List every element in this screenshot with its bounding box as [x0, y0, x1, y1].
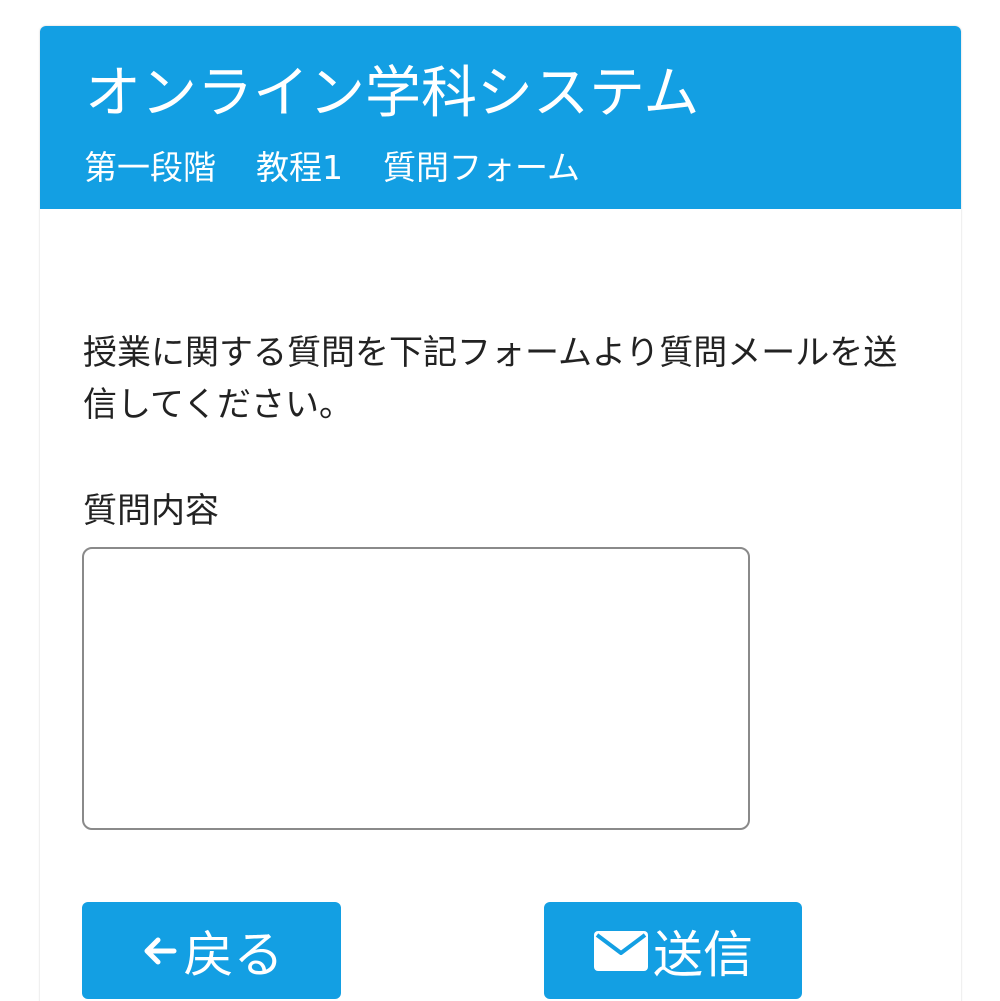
form-body: 授業に関する質問を下記フォームより質問メールを送信してください。 質問内容 戻る [40, 209, 961, 1001]
question-label: 質問内容 [83, 491, 219, 531]
breadcrumb-item-form: 質問フォーム [383, 148, 581, 187]
back-button-label: 戻る [183, 925, 284, 984]
breadcrumb-item-stage: 第一段階 [84, 148, 216, 187]
send-button-label: 送信 [653, 925, 753, 984]
send-button[interactable]: 送信 [544, 902, 802, 999]
form-card: オンライン学科システム 第一段階 教程1 質問フォーム 授業に関する質問を下記フ… [40, 26, 961, 1001]
back-button[interactable]: 戻る [82, 902, 341, 999]
arrow-left-icon [140, 931, 180, 971]
question-textarea[interactable] [82, 547, 750, 830]
breadcrumb-gap [343, 146, 383, 190]
header: オンライン学科システム 第一段階 教程1 質問フォーム [40, 26, 961, 209]
breadcrumb: 第一段階 教程1 質問フォーム [84, 146, 580, 190]
envelope-icon [593, 930, 649, 972]
breadcrumb-gap [216, 146, 256, 190]
page: オンライン学科システム 第一段階 教程1 質問フォーム 授業に関する質問を下記フ… [0, 0, 1000, 1001]
breadcrumb-item-lesson: 教程1 [256, 148, 343, 187]
intro-text: 授業に関する質問を下記フォームより質問メールを送信してください。 [83, 333, 898, 425]
app-title: オンライン学科システム [85, 61, 700, 126]
